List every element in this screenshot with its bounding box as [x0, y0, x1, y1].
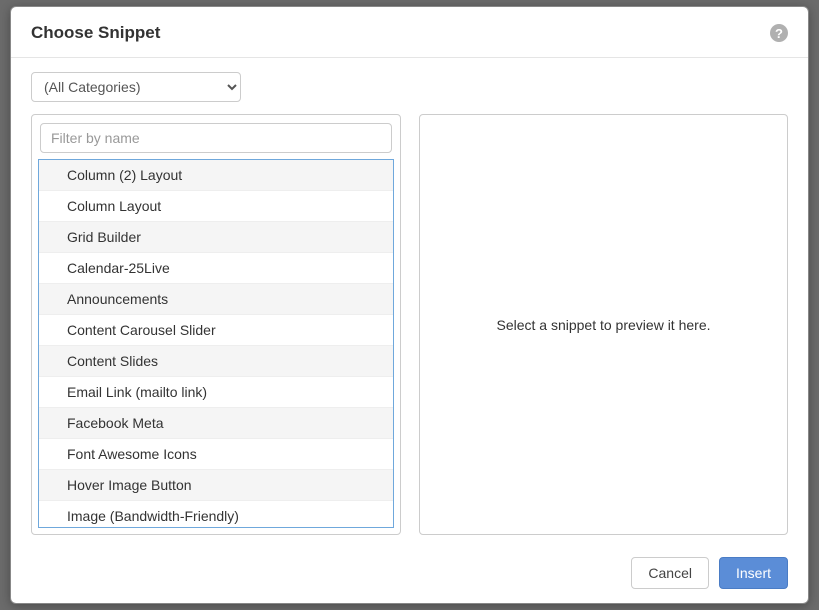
snippet-item[interactable]: Content Slides	[39, 346, 393, 377]
modal-body: (All Categories) Column (2) LayoutColumn…	[11, 58, 808, 545]
filter-input[interactable]	[40, 123, 392, 153]
snippet-item[interactable]: Column Layout	[39, 191, 393, 222]
choose-snippet-modal: Choose Snippet ? (All Categories) Column…	[10, 6, 809, 604]
cancel-button[interactable]: Cancel	[631, 557, 709, 589]
filter-wrap	[38, 121, 394, 159]
help-icon[interactable]: ?	[770, 24, 788, 42]
preview-placeholder: Select a snippet to preview it here.	[496, 317, 710, 333]
modal-footer: Cancel Insert	[11, 545, 808, 603]
snippet-item[interactable]: Content Carousel Slider	[39, 315, 393, 346]
category-select[interactable]: (All Categories)	[31, 72, 241, 102]
snippet-item[interactable]: Announcements	[39, 284, 393, 315]
snippet-item[interactable]: Calendar-25Live	[39, 253, 393, 284]
modal-title: Choose Snippet	[31, 23, 160, 43]
snippet-list[interactable]: Column (2) LayoutColumn LayoutGrid Build…	[38, 159, 394, 528]
snippet-item[interactable]: Column (2) Layout	[39, 160, 393, 191]
modal-header: Choose Snippet ?	[11, 7, 808, 58]
snippet-item[interactable]: Grid Builder	[39, 222, 393, 253]
snippet-list-panel: Column (2) LayoutColumn LayoutGrid Build…	[31, 114, 401, 535]
insert-button[interactable]: Insert	[719, 557, 788, 589]
preview-panel: Select a snippet to preview it here.	[419, 114, 788, 535]
snippet-item[interactable]: Email Link (mailto link)	[39, 377, 393, 408]
snippet-item[interactable]: Facebook Meta	[39, 408, 393, 439]
snippet-item[interactable]: Font Awesome Icons	[39, 439, 393, 470]
snippet-item[interactable]: Image (Bandwidth-Friendly)	[39, 501, 393, 528]
snippet-item[interactable]: Hover Image Button	[39, 470, 393, 501]
panels: Column (2) LayoutColumn LayoutGrid Build…	[31, 114, 788, 535]
